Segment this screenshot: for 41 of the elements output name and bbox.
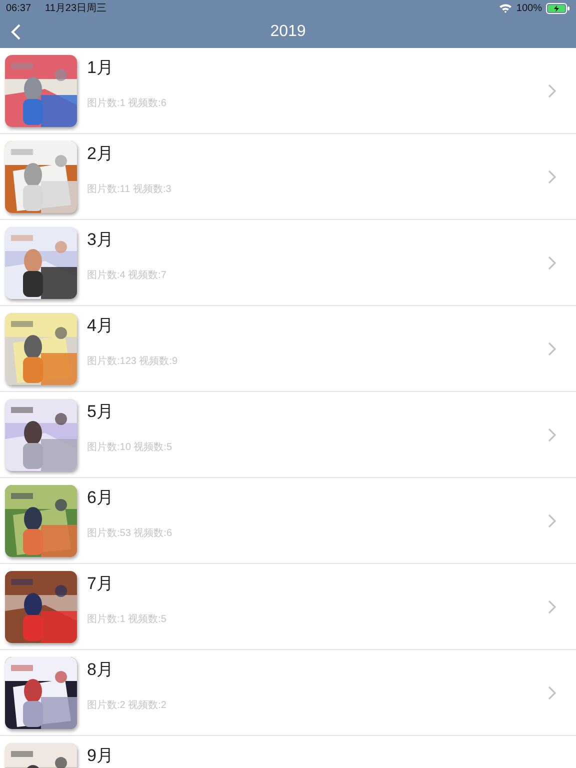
chevron-right-icon: [548, 600, 556, 614]
month-row[interactable]: 5月 图片数:10 视频数:5: [0, 392, 576, 478]
month-title: 3月: [87, 230, 114, 250]
month-title: 5月: [87, 402, 114, 422]
chevron-right-icon: [548, 256, 556, 270]
chevron-right-icon: [548, 428, 556, 442]
month-title: 7月: [87, 574, 114, 594]
media-counts: 图片数:53 视频数:6: [87, 526, 172, 540]
month-title: 1月: [87, 58, 114, 78]
media-counts: 图片数:4 视频数:7: [87, 268, 166, 282]
chevron-right-icon: [548, 514, 556, 528]
chevron-right-icon: [548, 686, 556, 700]
month-title: 6月: [87, 488, 114, 508]
month-title: 4月: [87, 316, 114, 336]
nav-title: 2019: [270, 23, 306, 41]
chevron-right-icon: [548, 84, 556, 98]
status-time: 06:37: [6, 2, 32, 14]
wifi-icon: [499, 3, 512, 13]
month-title: 9月: [87, 746, 114, 766]
month-row[interactable]: 8月 图片数:2 视频数:2: [0, 650, 576, 736]
month-row[interactable]: 9月: [0, 736, 576, 768]
media-counts: 图片数:1 视频数:5: [87, 612, 166, 626]
media-counts: 图片数:2 视频数:2: [87, 698, 166, 712]
month-row[interactable]: 4月 图片数:123 视频数:9: [0, 306, 576, 392]
month-title: 8月: [87, 660, 114, 680]
month-row[interactable]: 3月 图片数:4 视频数:7: [0, 220, 576, 306]
back-button[interactable]: [11, 24, 21, 40]
media-counts: 图片数:11 视频数:3: [87, 182, 172, 196]
month-row[interactable]: 6月 图片数:53 视频数:6: [0, 478, 576, 564]
media-counts: 图片数:10 视频数:5: [87, 440, 172, 454]
month-title: 2月: [87, 144, 114, 164]
month-row[interactable]: 1月 图片数:1 视频数:6: [0, 48, 576, 134]
month-row[interactable]: 2月 图片数:11 视频数:3: [0, 134, 576, 220]
battery-icon: [546, 2, 570, 14]
chevron-right-icon: [548, 170, 556, 184]
month-row[interactable]: 7月 图片数:1 视频数:5: [0, 564, 576, 650]
status-date: 11月23日周三: [45, 2, 107, 15]
media-counts: 图片数:123 视频数:9: [87, 354, 178, 368]
media-counts: 图片数:1 视频数:6: [87, 96, 166, 110]
battery-percent: 100%: [516, 2, 542, 14]
chevron-right-icon: [548, 342, 556, 356]
